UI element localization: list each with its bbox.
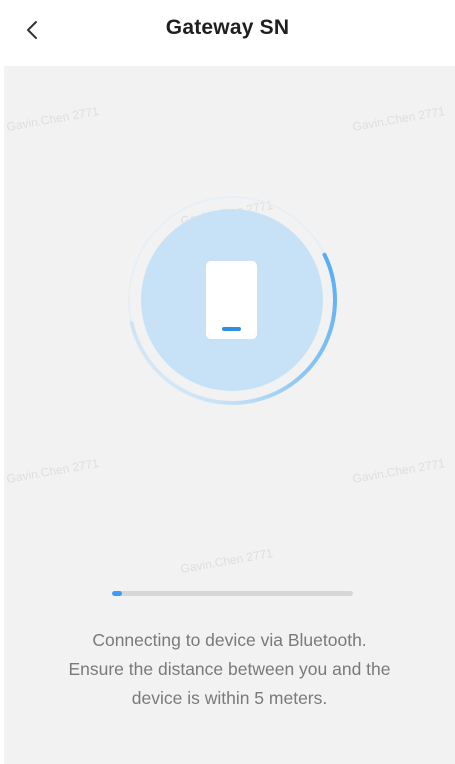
header-bar: Gateway SN bbox=[0, 0, 455, 64]
status-message-line: Connecting to device via Bluetooth. bbox=[92, 630, 367, 650]
content-area: Gavin.Chen 2771 Gavin.Chen 2771 Gavin.Ch… bbox=[4, 66, 455, 764]
status-message-line: Ensure the distance between you and the bbox=[68, 659, 391, 679]
bluetooth-scan-illustration bbox=[127, 195, 337, 405]
progress-bar-fill bbox=[112, 591, 122, 596]
watermark-text: Gavin.Chen 2771 bbox=[179, 545, 274, 577]
page-title: Gateway SN bbox=[165, 16, 290, 39]
status-message: Connecting to device via Bluetooth. Ensu… bbox=[24, 626, 435, 713]
connection-progress-bar bbox=[112, 591, 353, 596]
phone-bluetooth-icon bbox=[206, 261, 257, 339]
status-message-line: device is within 5 meters. bbox=[131, 688, 328, 708]
